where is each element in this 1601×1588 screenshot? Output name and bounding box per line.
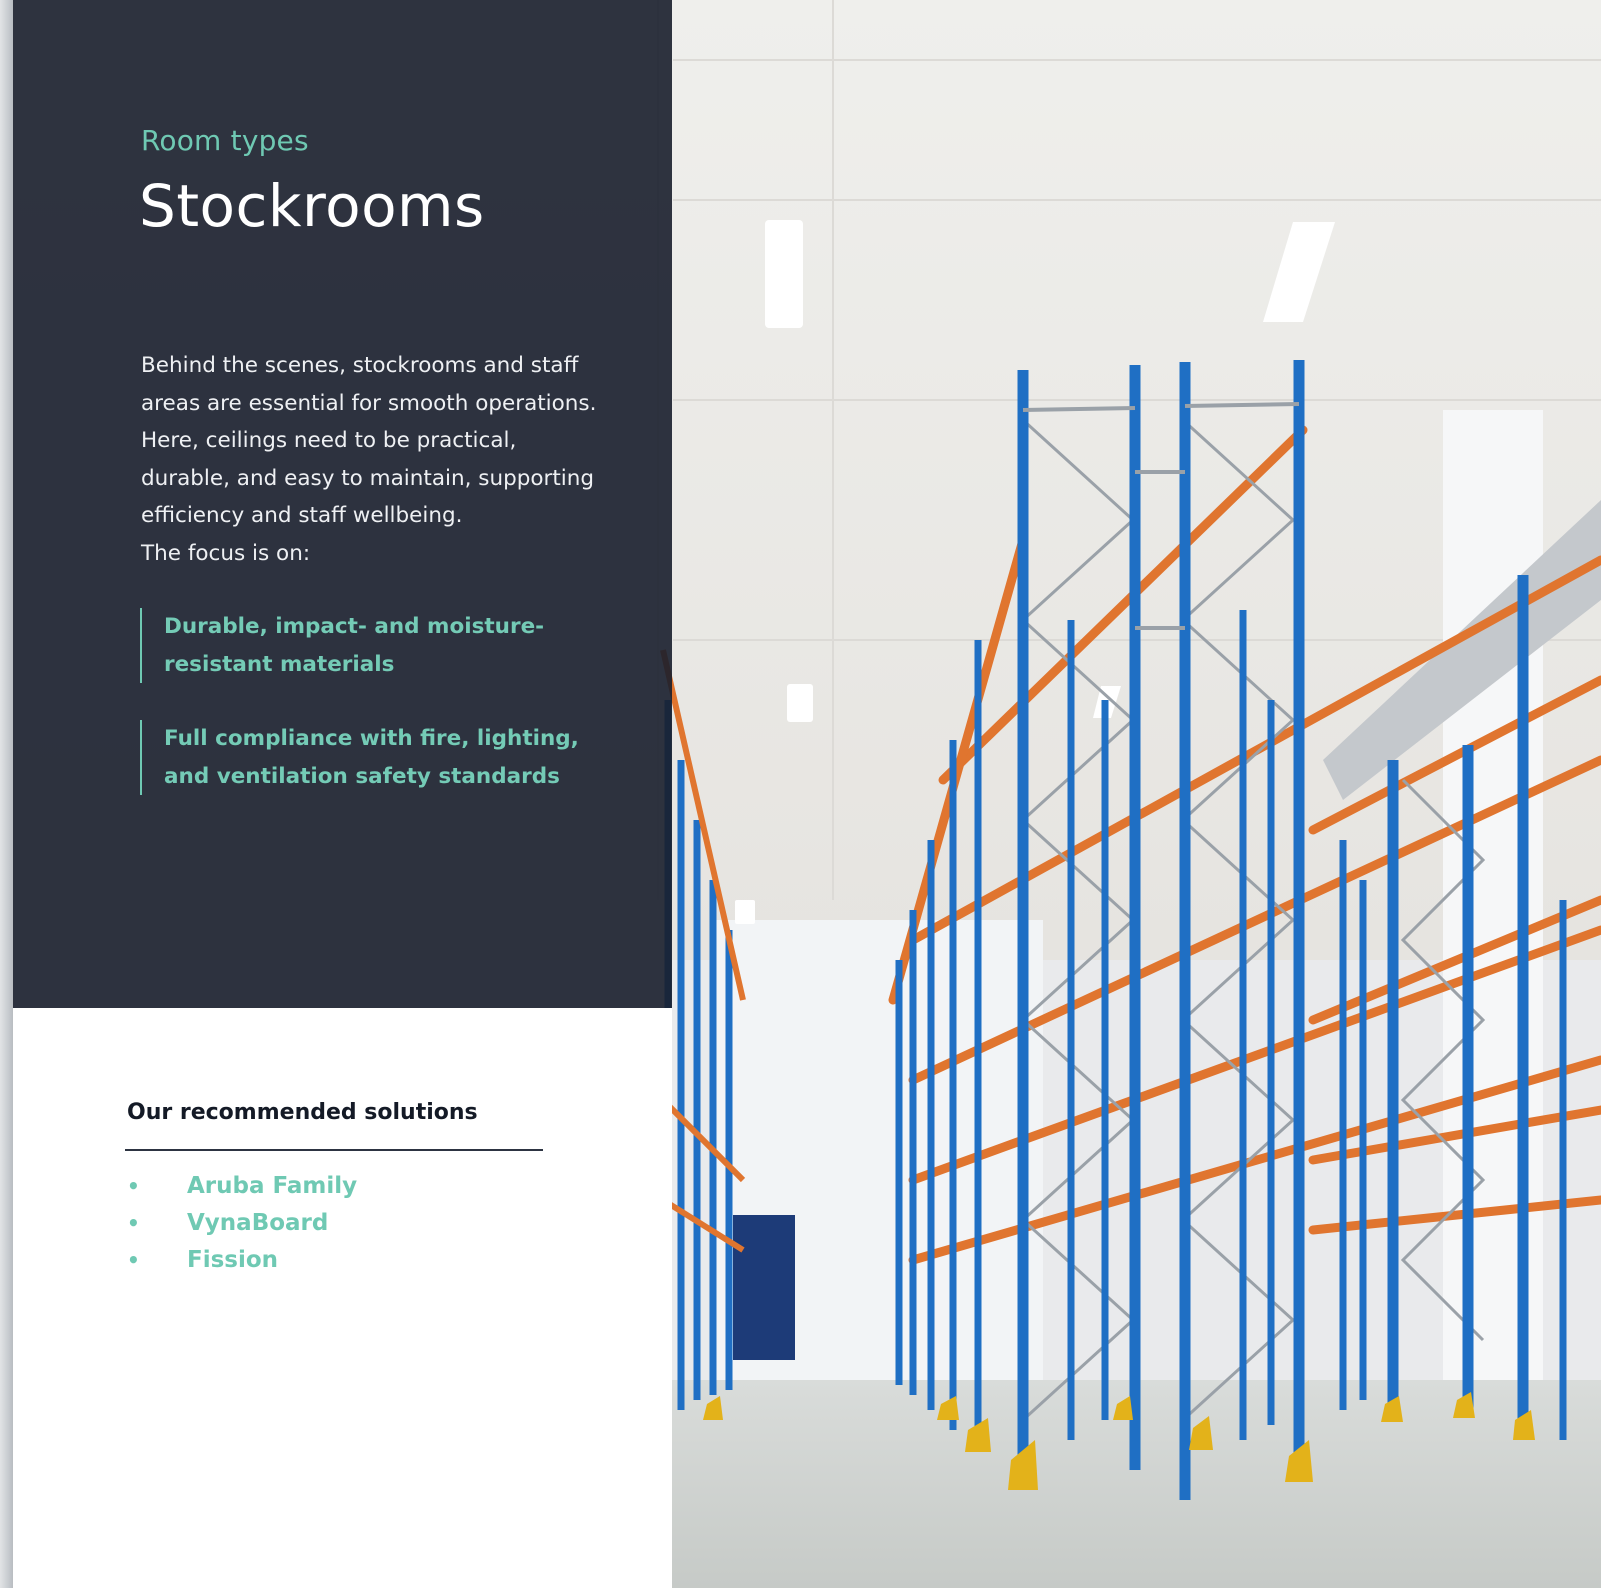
solutions-heading: Our recommended solutions [127, 1100, 478, 1125]
focus-line: Durable, impact- and moisture- [164, 614, 545, 639]
focus-item-compliance: Full compliance with fire, lighting, and… [140, 720, 594, 795]
solutions-divider [125, 1149, 543, 1151]
focus-line: and ventilation safety standards [164, 763, 560, 789]
intro-line: durable, and easy to maintain, supportin… [141, 465, 595, 491]
bullet-icon: • [127, 1211, 140, 1235]
page-title: Stockrooms [139, 172, 485, 240]
page-edge [0, 0, 13, 1588]
intro-line: areas are essential for smooth operation… [141, 390, 597, 416]
intro-line: efficiency and staff wellbeing. [141, 503, 463, 528]
solution-item-vynaboard[interactable]: • VynaBoard [127, 1205, 357, 1242]
intro-paragraph: Behind the scenes, stockrooms and staff … [141, 347, 621, 572]
solutions-panel: Our recommended solutions • Aruba Family… [13, 1008, 672, 1588]
bullet-icon: • [127, 1248, 140, 1272]
intro-panel: Room types Stockrooms Behind the scenes,… [13, 0, 672, 1008]
focus-item-materials: Durable, impact- and moisture- resistant… [140, 608, 594, 683]
intro-line: The focus is on: [141, 540, 311, 566]
solution-item-aruba-family[interactable]: • Aruba Family [127, 1168, 357, 1205]
focus-line: resistant materials [164, 651, 395, 677]
focus-line: Full compliance with fire, lighting, [164, 726, 579, 751]
intro-line: Here, ceilings need to be practical, [141, 428, 517, 453]
intro-line: Behind the scenes, stockrooms and staff [141, 353, 579, 378]
solutions-list: • Aruba Family • VynaBoard • Fission [127, 1168, 357, 1279]
solution-link[interactable]: VynaBoard [187, 1210, 328, 1236]
section-eyebrow: Room types [141, 124, 309, 157]
solution-item-fission[interactable]: • Fission [127, 1242, 357, 1279]
solution-link[interactable]: Aruba Family [187, 1173, 357, 1199]
bullet-icon: • [127, 1174, 140, 1198]
solution-link[interactable]: Fission [187, 1247, 278, 1273]
